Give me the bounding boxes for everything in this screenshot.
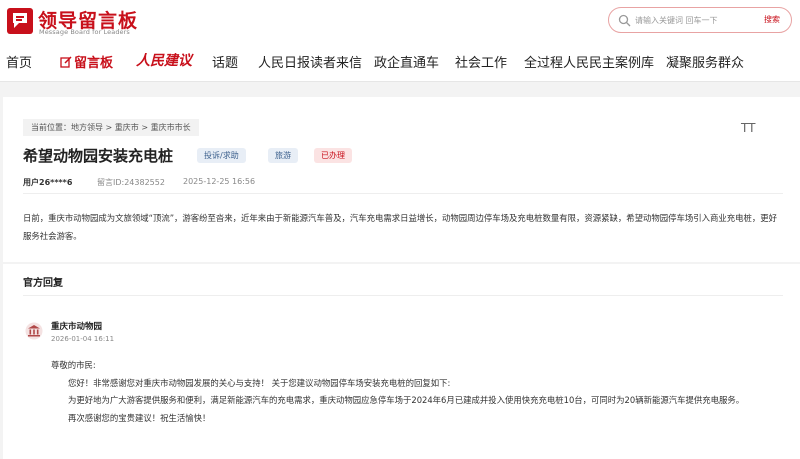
message-title: 希望动物园安装充电桩 — [23, 147, 174, 165]
breadcrumb: 当前位置：地方领导 > 重庆市 > 重庆市市长 — [23, 119, 199, 136]
reply-paragraph: 为更好地为广大游客提供服务和便利，满足新能源汽车的充电需求，重庆动物园应急停车场… — [68, 395, 745, 405]
divider — [23, 193, 783, 194]
main-nav: 首页 留言板 人民建议 话题 人民日报读者来信 政企直通车 社会工作 全过程人民… — [0, 42, 800, 82]
message-card: 当前位置：地方领导 > 重庆市 > 重庆市市长 TT 希望动物园安装充电桩 投诉… — [3, 97, 800, 262]
search-icon — [618, 14, 631, 27]
nav-item-home[interactable]: 首页 — [6, 52, 32, 71]
nav-item-people-suggestions[interactable]: 人民建议 — [136, 50, 192, 70]
tag-field: 旅游 — [268, 148, 298, 163]
message-id: 留言ID:24382552 — [97, 178, 165, 187]
reply-card: 官方回复 重庆市动物园 2026-01-04 16:11 尊敬的市民: 您好！非… — [3, 264, 800, 459]
nav-item-democracy-cases[interactable]: 全过程人民民主案例库 — [524, 52, 654, 71]
nav-item-serve-masses[interactable]: 凝聚服务群众 — [666, 52, 744, 71]
search-input[interactable] — [635, 12, 755, 28]
institution-icon — [25, 322, 43, 340]
reply-org-name: 重庆市动物园 — [51, 322, 103, 332]
status-badge: 已办理 — [314, 148, 352, 163]
nav-item-gov-enterprise[interactable]: 政企直通车 — [374, 52, 439, 71]
tag-category: 投诉/求助 — [197, 148, 246, 163]
logo-subtitle: Message Board for Leaders — [39, 28, 130, 36]
nav-item-message-board[interactable]: 留言板 — [60, 52, 113, 71]
logo-mark-icon — [7, 8, 33, 34]
divider — [23, 295, 783, 296]
breadcrumb-item[interactable]: 重庆市市长 — [151, 123, 191, 132]
reply-paragraph: 再次感谢您的宝贵建议！祝生活愉快！ — [68, 412, 211, 423]
reply-heading: 官方回复 — [23, 278, 63, 289]
breadcrumb-item[interactable]: 地方领导 — [71, 123, 103, 132]
search-button[interactable]: 搜索 — [764, 14, 780, 25]
site-logo[interactable]: 领导留言板 Message Board for Leaders — [6, 6, 137, 36]
search-box: 搜索 — [608, 7, 792, 33]
nav-item-social-work[interactable]: 社会工作 — [455, 52, 507, 71]
pen-icon — [60, 56, 72, 68]
font-size-toggle-label: TT — [741, 121, 756, 135]
site-header: 领导留言板 Message Board for Leaders 搜索 — [0, 0, 800, 42]
breadcrumb-item[interactable]: 重庆市 — [115, 123, 139, 132]
reply-paragraph: 您好！非常感谢您对重庆市动物园发展的关心与支持！ 关于您建议动物园停车场安装充电… — [68, 377, 451, 388]
breadcrumb-prefix: 当前位置： — [31, 123, 71, 132]
message-content: 日前，重庆市动物园成为文旅领域“顶流”，游客纷至沓来，近年来由于新能源汽车普及，… — [23, 213, 778, 241]
reply-greeting: 尊敬的市民: — [51, 360, 96, 370]
font-size-toggle[interactable]: TT — [741, 121, 755, 135]
nav-item-message-board-label: 留言板 — [74, 56, 114, 71]
reply-body: 尊敬的市民: 您好！非常感谢您对重庆市动物园发展的关心与支持！ 关于您建议动物园… — [51, 357, 791, 427]
nav-item-readers-letters[interactable]: 人民日报读者来信 — [258, 52, 362, 71]
reply-date: 2026-01-04 16:11 — [51, 335, 115, 343]
nav-item-topics[interactable]: 话题 — [212, 52, 238, 71]
message-date: 2025-12-25 16:56 — [183, 177, 256, 186]
message-user: 用户26****6 — [23, 178, 73, 187]
